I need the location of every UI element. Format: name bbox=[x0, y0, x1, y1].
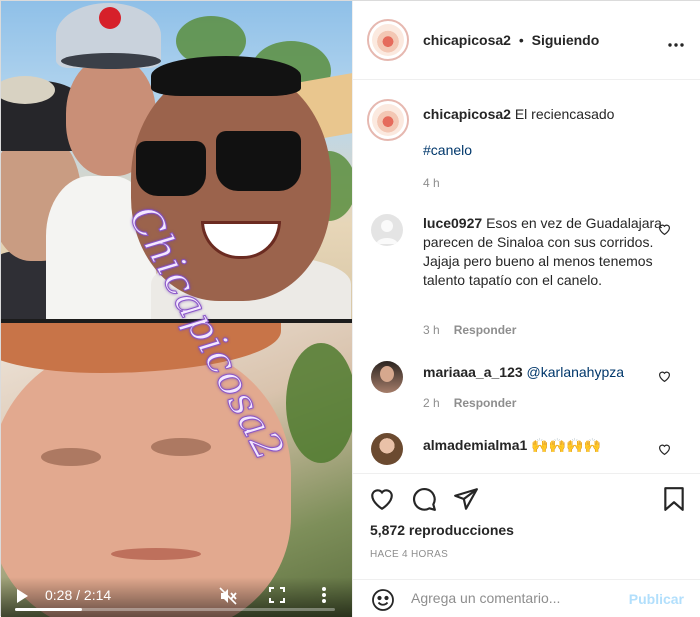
post-header: chicapicosa2 • Siguiendo bbox=[353, 1, 700, 80]
comment-item: mariaaa_a_123 @karlanahypza bbox=[423, 363, 663, 382]
like-heart-icon[interactable] bbox=[658, 443, 672, 457]
caption-username[interactable]: chicapicosa2 bbox=[423, 106, 511, 122]
progress-fill bbox=[15, 608, 83, 611]
like-heart-icon[interactable] bbox=[658, 223, 672, 237]
comment-item: luce0927 Esos en vez de Guadalajara pare… bbox=[423, 214, 663, 290]
views-count[interactable]: 5,872 reproducciones bbox=[370, 522, 514, 538]
caption-hashtag[interactable]: #canelo bbox=[423, 141, 472, 160]
bookmark-icon[interactable] bbox=[662, 486, 686, 517]
post-panel: chicapicosa2 • Siguiendo chicapicosa2 El… bbox=[352, 1, 700, 617]
caption-avatar[interactable] bbox=[367, 99, 409, 141]
more-horizontal-icon[interactable] bbox=[668, 31, 684, 52]
video-controls: 0:28 / 2:14 bbox=[1, 577, 352, 617]
comment-username[interactable]: almademialma1 bbox=[423, 437, 527, 453]
comment-avatar[interactable] bbox=[371, 361, 403, 393]
play-icon[interactable] bbox=[17, 589, 28, 603]
comment-avatar[interactable] bbox=[371, 433, 403, 465]
comment-bubble-icon[interactable] bbox=[411, 486, 437, 517]
comment-username[interactable]: luce0927 bbox=[423, 215, 482, 231]
comment-text: 🙌🙌🙌🙌 bbox=[531, 437, 601, 453]
progress-bar[interactable] bbox=[15, 608, 335, 611]
comment-input[interactable] bbox=[411, 590, 621, 606]
comment-avatar[interactable] bbox=[371, 214, 403, 246]
comments-list[interactable]: chicapicosa2 El reciencasado #canelo 4 h… bbox=[353, 81, 700, 473]
avatar[interactable] bbox=[367, 19, 409, 61]
like-heart-icon[interactable] bbox=[369, 486, 395, 517]
caption: chicapicosa2 El reciencasado bbox=[423, 105, 683, 124]
comment-item: almademialma1 🙌🙌🙌🙌 bbox=[423, 436, 663, 455]
comment-meta: 3 h Responder bbox=[423, 323, 517, 337]
caption-time: 4 h bbox=[423, 176, 440, 190]
post-button[interactable]: Publicar bbox=[629, 591, 684, 607]
time-total: 2:14 bbox=[83, 587, 112, 603]
video-player[interactable]: Chicapicosa2 0:28 / 2:14 bbox=[1, 1, 352, 617]
reply-button[interactable]: Responder bbox=[454, 323, 517, 337]
comment-meta: 2 h Responder bbox=[423, 396, 517, 410]
time-current: 0:28 bbox=[45, 587, 73, 603]
comment-mention[interactable]: @karlanahypza bbox=[527, 364, 625, 380]
emoji-icon[interactable] bbox=[371, 588, 395, 617]
mute-icon[interactable] bbox=[219, 587, 237, 608]
add-comment-bar: Publicar bbox=[353, 579, 700, 617]
post-dialog: Chicapicosa2 0:28 / 2:14 chicapicosa2 • … bbox=[0, 0, 700, 617]
caption-text: El reciencasado bbox=[514, 106, 615, 122]
reply-button[interactable]: Responder bbox=[454, 396, 517, 410]
follow-status[interactable]: Siguiendo bbox=[532, 32, 600, 48]
header-username[interactable]: chicapicosa2 bbox=[423, 32, 511, 48]
like-heart-icon[interactable] bbox=[658, 370, 672, 384]
post-actions: 5,872 reproducciones HACE 4 HORAS bbox=[353, 473, 700, 573]
fullscreen-icon[interactable] bbox=[269, 587, 285, 606]
time-display: 0:28 / 2:14 bbox=[45, 587, 112, 603]
video-bottom-pane bbox=[1, 323, 352, 617]
posted-time: HACE 4 HORAS bbox=[370, 549, 449, 560]
comment-username[interactable]: mariaaa_a_123 bbox=[423, 364, 523, 380]
share-paper-plane-icon[interactable] bbox=[453, 486, 479, 517]
more-vertical-icon[interactable] bbox=[321, 586, 327, 607]
